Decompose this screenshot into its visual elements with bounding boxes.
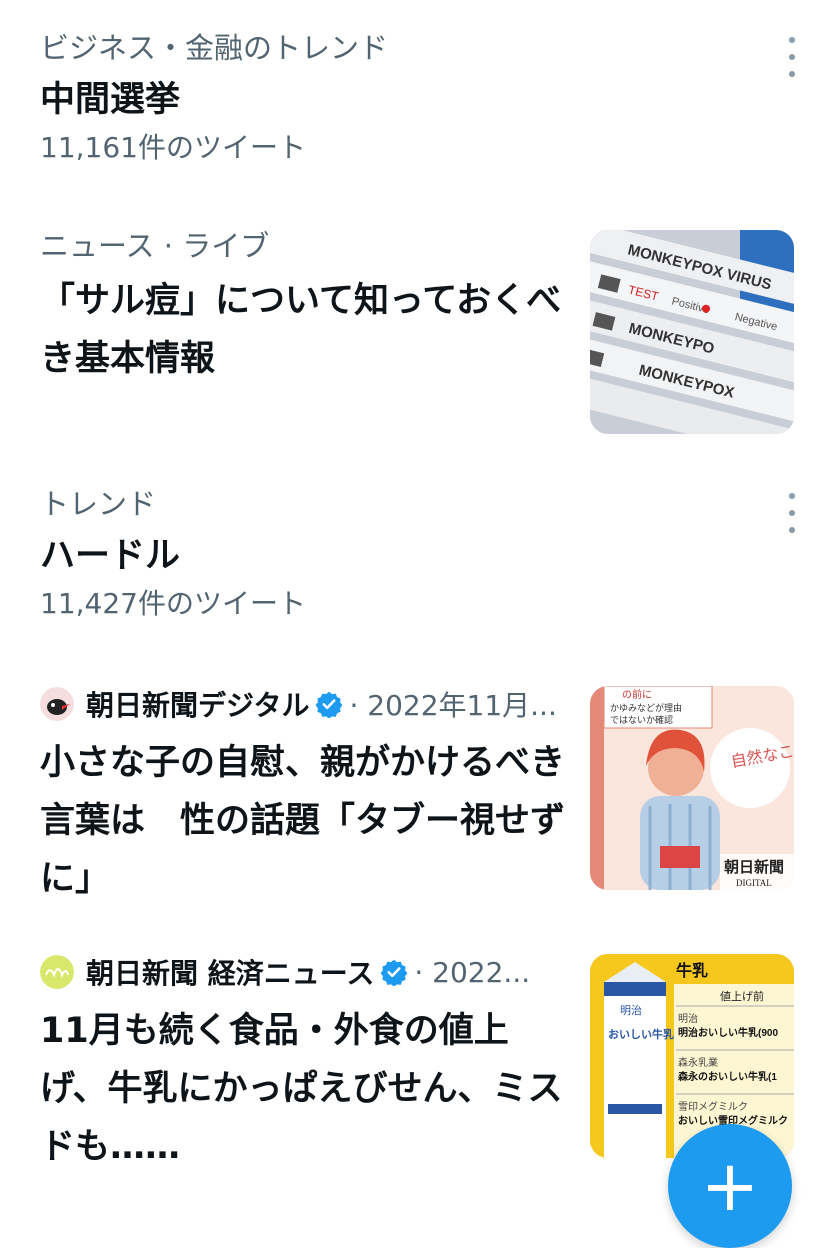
source-avatar-icon <box>40 955 74 989</box>
news-source-row: 朝日新聞デジタル · 2022年11月... <box>40 684 570 724</box>
more-options-icon[interactable] <box>784 37 800 77</box>
svg-text:DIGITAL: DIGITAL <box>736 878 772 888</box>
news-source-name: 朝日新聞デジタル <box>86 689 310 722</box>
illustration-image: の前に かゆみなどが理由 ではないか確認 自然なことよね 朝日新聞 DIGITA… <box>590 686 794 890</box>
trend-count: 11,427件のツイート <box>40 587 306 620</box>
svg-text:おいしい牛乳: おいしい牛乳 <box>608 1027 674 1041</box>
trend-category: トレンド <box>40 487 157 521</box>
more-options-icon[interactable] <box>784 493 800 533</box>
trend-count: 11,161件のツイート <box>40 131 306 164</box>
trend-category: ビジネス・金融のトレンド <box>40 31 389 65</box>
svg-text:の前に: の前に <box>622 688 652 701</box>
svg-text:かゆみなどが理由: かゆみなどが理由 <box>610 702 682 713</box>
news-thumbnail[interactable]: の前に かゆみなどが理由 ではないか確認 自然なことよね 朝日新聞 DIGITA… <box>590 686 794 890</box>
news-thumbnail[interactable]: MONKEYPOX VIRUS TEST Positive Negative M… <box>590 230 794 434</box>
svg-text:ではないか確認: ではないか確認 <box>610 714 673 725</box>
svg-text:森永乳業: 森永乳業 <box>678 1056 718 1069</box>
source-avatar-icon <box>40 687 74 721</box>
svg-text:値上げ前: 値上げ前 <box>720 989 764 1003</box>
news-title: 小さな子の自慰、親がかけるべき言葉は 性の話題「タブー視せずに」 <box>40 743 566 899</box>
news-title: 「サル痘」について知っておくべき基本情報 <box>40 281 562 379</box>
svg-text:明治: 明治 <box>678 1012 698 1025</box>
trend-title: 中間選挙 <box>40 80 181 120</box>
milk-price-image: 明治 おいしい牛乳 牛乳 値上げ前 明治 明治おいしい牛乳(900 森永乳業 森… <box>590 954 794 1158</box>
news-thumbnail[interactable]: 明治 おいしい牛乳 牛乳 値上げ前 明治 明治おいしい牛乳(900 森永乳業 森… <box>590 954 794 1158</box>
compose-fab-button[interactable]: + <box>668 1124 792 1248</box>
svg-text:雪印メグミルク: 雪印メグミルク <box>678 1100 748 1113</box>
news-source-row: 朝日新聞 経済ニュース · 2022... <box>40 952 570 992</box>
svg-text:森永のおいしい牛乳(1: 森永のおいしい牛乳(1 <box>677 1070 777 1083</box>
news-source-name: 朝日新聞 経済ニュース <box>86 957 375 990</box>
news-date: · 2022... <box>414 955 531 989</box>
monkeypox-test-tubes-image: MONKEYPOX VIRUS TEST Positive Negative M… <box>590 230 794 434</box>
svg-text:明治: 明治 <box>620 1003 642 1017</box>
trend-item[interactable]: ビジネス・金融のトレンド 中間選挙 11,161件のツイート <box>40 30 800 166</box>
svg-text:牛乳: 牛乳 <box>676 961 708 980</box>
verified-badge-icon <box>380 959 408 986</box>
trend-title: ハードル <box>40 536 181 576</box>
verified-badge-icon <box>316 691 343 718</box>
news-title: 11月も続く食品・外食の値上げ、牛乳にかっぱえびせん、ミスドも…… <box>40 1011 563 1167</box>
plus-icon: + <box>700 1145 760 1227</box>
trend-item[interactable]: トレンド ハードル 11,427件のツイート <box>40 486 800 622</box>
svg-text:朝日新聞: 朝日新聞 <box>724 858 784 876</box>
svg-text:明治おいしい牛乳(900: 明治おいしい牛乳(900 <box>678 1026 778 1039</box>
news-date: · 2022年11月... <box>349 689 557 722</box>
